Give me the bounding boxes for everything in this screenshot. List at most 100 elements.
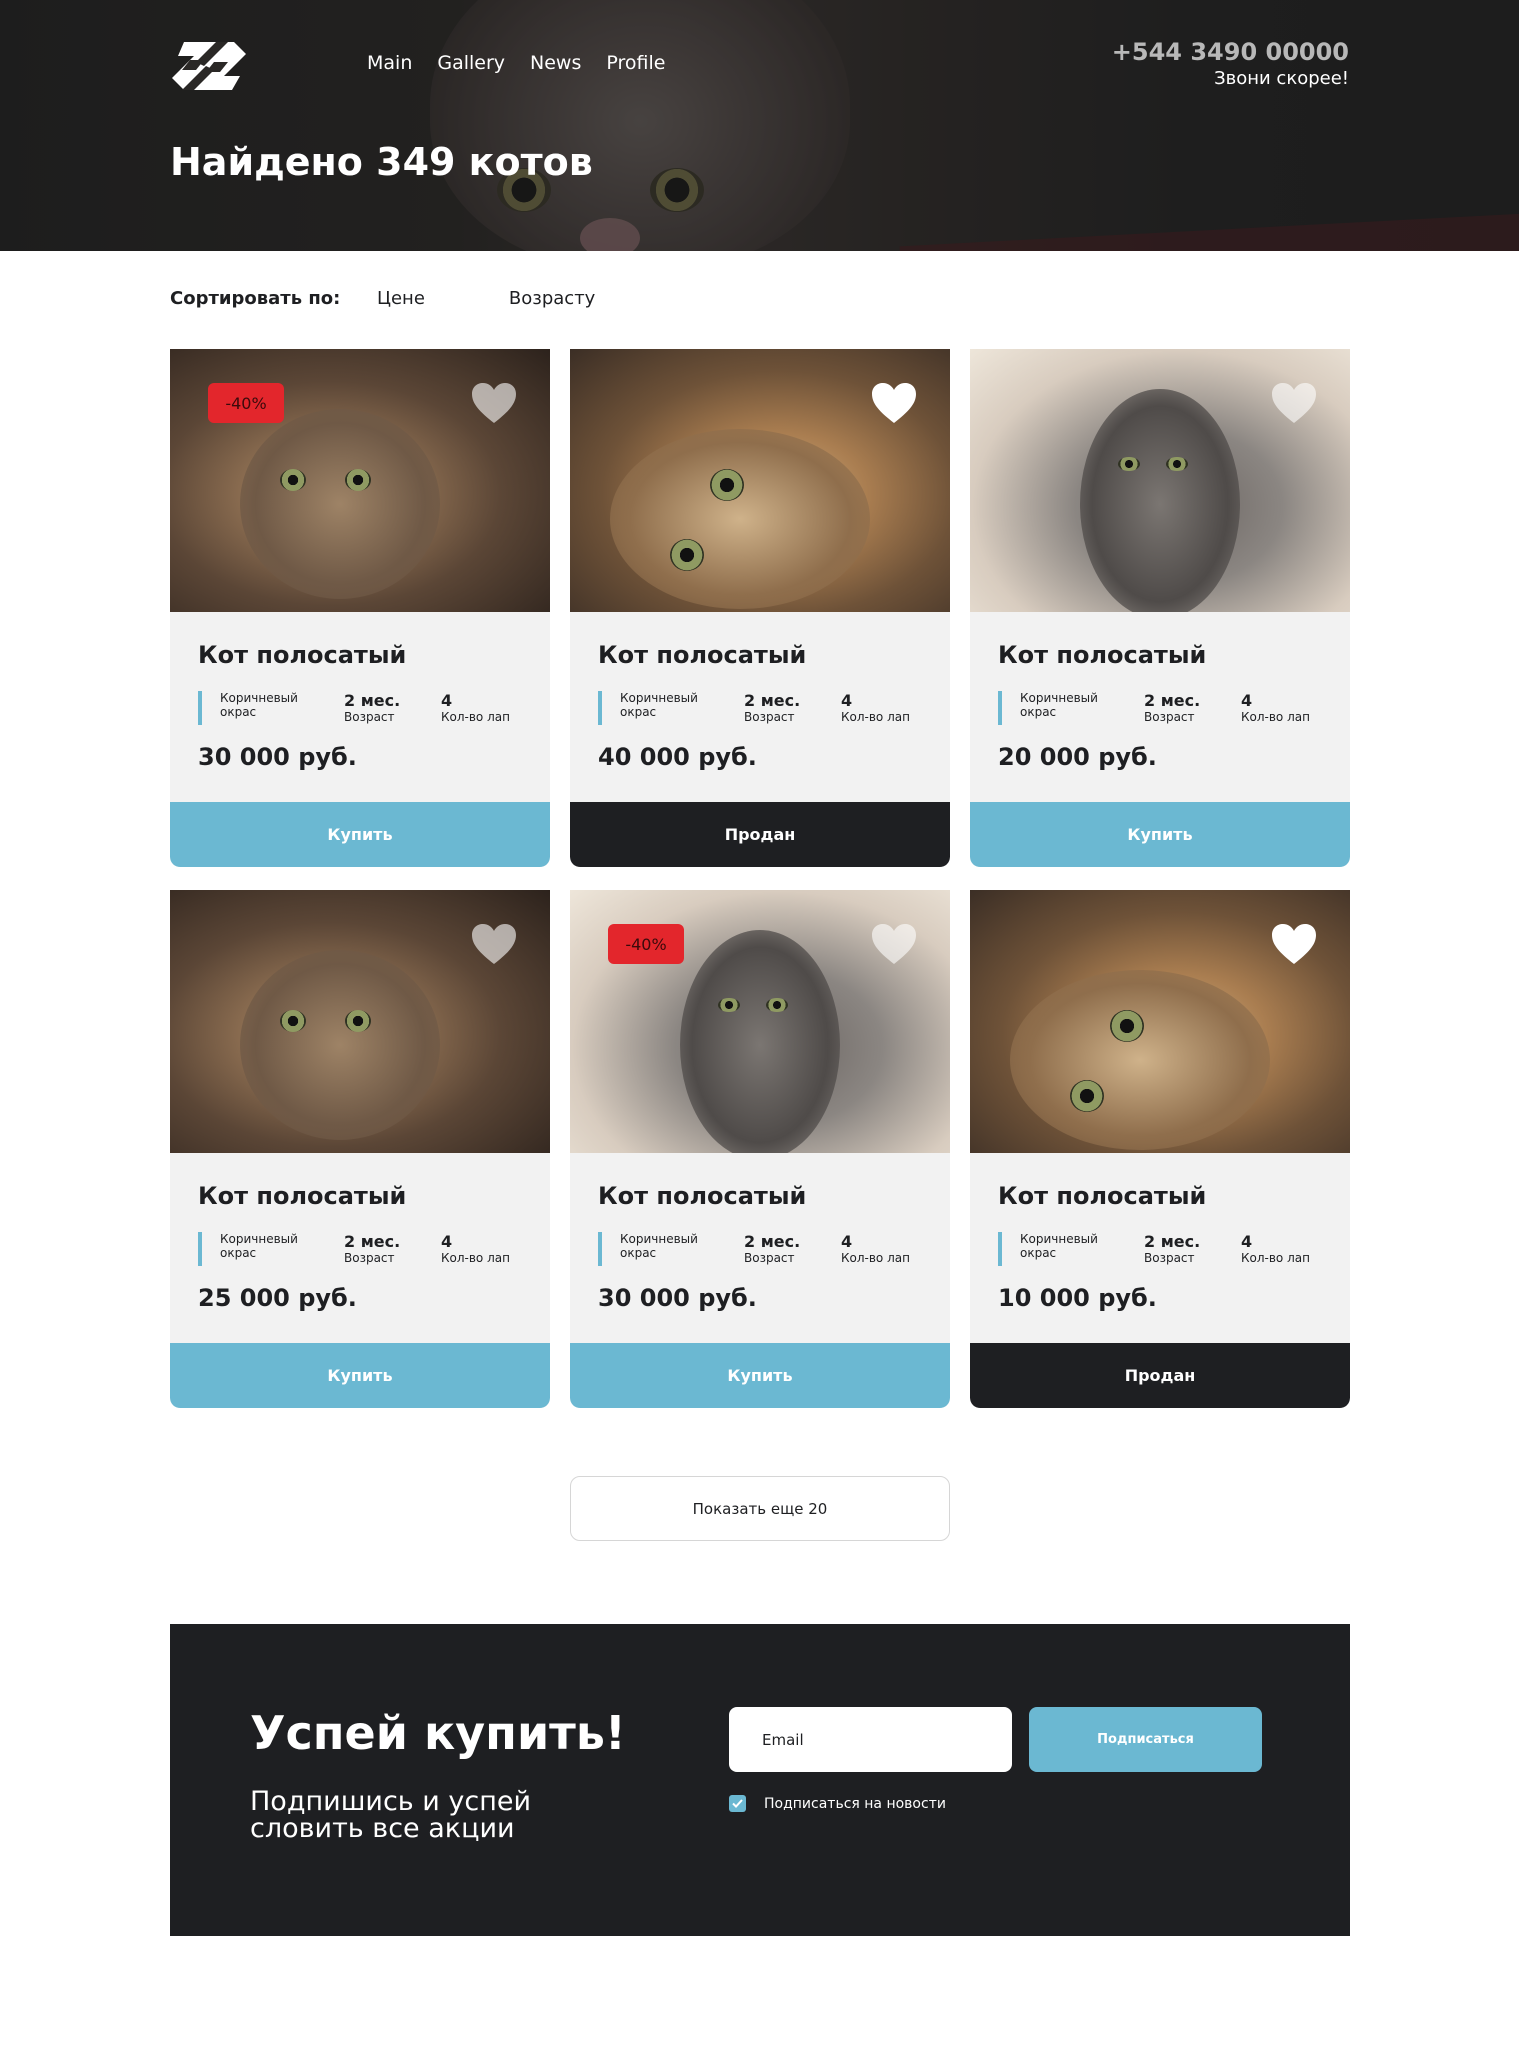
checkbox-label: Подписаться на новости: [764, 1795, 946, 1812]
email-field[interactable]: [729, 1707, 1012, 1772]
discount-badge: -40%: [208, 383, 284, 423]
prop-paws: 4 Кол-во лап: [441, 691, 550, 725]
buy-button[interactable]: Купить: [570, 1343, 950, 1408]
cat-photo-eye: [345, 1010, 371, 1032]
cat-card: -40% Кот полосатый Коричневый окрас 2 мес…: [170, 349, 550, 867]
cat-price: 30 000 руб.: [598, 1284, 757, 1312]
prop-paws-value: 4: [841, 691, 853, 710]
nav-news[interactable]: News: [530, 52, 581, 74]
cat-photo: [970, 890, 1350, 1153]
prop-paws-value: 4: [841, 1232, 853, 1251]
cat-photo-face: [1080, 389, 1240, 612]
heart-icon[interactable]: [470, 922, 518, 966]
prop-color-label: окрас: [220, 705, 257, 720]
prop-age: 2 мес. Возраст: [344, 691, 441, 725]
phone-caption: Звони скорее!: [1214, 68, 1349, 89]
prop-paws: 4 Кол-во лап: [1241, 691, 1350, 725]
prop-age-value: 2 мес.: [1144, 691, 1201, 710]
cat-grid: -40% Кот полосатый Коричневый окрас 2 мес…: [170, 349, 1350, 1408]
subscribe-button[interactable]: Подписаться: [1029, 1707, 1262, 1772]
cat-photo-face: [240, 950, 440, 1140]
sort-option-age[interactable]: Возрасту: [509, 288, 595, 309]
prop-paws-label: Кол-во лап: [1241, 710, 1310, 725]
prop-age-label: Возраст: [744, 710, 795, 725]
cat-name: Кот полосатый: [998, 641, 1207, 669]
cat-name: Кот полосатый: [998, 1182, 1207, 1210]
prop-color-label: окрас: [620, 1246, 657, 1261]
sort-option-price[interactable]: Цене: [377, 288, 425, 309]
cat-photo-eye: [718, 998, 740, 1012]
cat-card: Кот полосатый Коричневый окрас 2 мес. Возр…: [170, 890, 550, 1408]
nav-profile[interactable]: Profile: [606, 52, 665, 74]
prop-age: 2 мес. Возраст: [744, 691, 841, 725]
heart-icon[interactable]: [1270, 922, 1318, 966]
prop-paws: 4 Кол-во лап: [841, 691, 950, 725]
newsletter-checkbox[interactable]: Подписаться на новости: [729, 1795, 946, 1812]
prop-paws-label: Кол-во лап: [841, 1251, 910, 1266]
prop-color-label: окрас: [620, 705, 657, 720]
buy-button[interactable]: Купить: [970, 802, 1350, 867]
heart-icon[interactable]: [1270, 381, 1318, 425]
subscribe-title: Успей купить!: [250, 1706, 626, 1760]
buy-button[interactable]: Купить: [170, 802, 550, 867]
cat-card: -40% Кот полосатый Коричневый окрас 2 мес…: [570, 890, 950, 1408]
prop-age: 2 мес. Возраст: [344, 1232, 441, 1266]
cat-photo-eye: [1070, 1080, 1104, 1112]
prop-paws-label: Кол-во лап: [1241, 1251, 1310, 1266]
prop-color: Коричневый окрас: [1020, 691, 1144, 725]
cat-price: 10 000 руб.: [998, 1284, 1157, 1312]
heart-icon[interactable]: [870, 381, 918, 425]
show-more-button[interactable]: Показать еще 20: [570, 1476, 950, 1541]
cat-photo: [970, 349, 1350, 612]
cat-name: Кот полосатый: [598, 1182, 807, 1210]
heart-icon[interactable]: [470, 381, 518, 425]
sold-button[interactable]: Продан: [570, 802, 950, 867]
cat-photo-face: [680, 930, 840, 1153]
prop-color: Коричневый окрас: [620, 1232, 744, 1266]
cat-photo: -40%: [170, 349, 550, 612]
cat-photo-eye: [1166, 457, 1188, 471]
prop-color: Коричневый окрас: [220, 1232, 344, 1266]
prop-color-label: окрас: [220, 1246, 257, 1261]
cat-price: 25 000 руб.: [198, 1284, 357, 1312]
cat-props: Коричневый окрас 2 мес. Возраст 4 Кол-во ла…: [998, 691, 1350, 725]
prop-color-value: Коричневый: [220, 691, 298, 705]
cat-photo-eye: [1110, 1010, 1144, 1042]
nav-gallery[interactable]: Gallery: [437, 52, 505, 74]
cat-photo-eye: [766, 998, 788, 1012]
hero-header: Main Gallery News Profile +544 3490 0000…: [0, 0, 1519, 251]
phone-number[interactable]: +544 3490 00000: [1112, 38, 1349, 66]
cat-props: Коричневый окрас 2 мес. Возраст 4 Кол-во ла…: [198, 691, 550, 725]
prop-age-label: Возраст: [1144, 1251, 1195, 1266]
cat-price: 20 000 руб.: [998, 743, 1157, 771]
cat-card: Кот полосатый Коричневый окрас 2 мес. Возр…: [970, 349, 1350, 867]
prop-color-value: Коричневый: [1020, 691, 1098, 705]
cat-photo-face: [240, 409, 440, 599]
subscribe-section: Успей купить! Подпишись и успей словить …: [170, 1624, 1350, 1936]
nav-main[interactable]: Main: [367, 52, 412, 74]
phone-block: +544 3490 00000 Звони скорее!: [1112, 38, 1349, 89]
buy-button[interactable]: Купить: [170, 1343, 550, 1408]
prop-color-label: окрас: [1020, 1246, 1057, 1261]
prop-age: 2 мес. Возраст: [1144, 1232, 1241, 1266]
cat-name: Кот полосатый: [198, 641, 407, 669]
prop-age-label: Возраст: [344, 1251, 395, 1266]
cat-card: Кот полосатый Коричневый окрас 2 мес. Возр…: [570, 349, 950, 867]
heart-icon[interactable]: [870, 922, 918, 966]
cat-props: Коричневый окрас 2 мес. Возраст 4 Кол-во ла…: [598, 1232, 950, 1266]
prop-age-value: 2 мес.: [344, 691, 401, 710]
checkbox-box[interactable]: [729, 1795, 746, 1812]
cat-props: Коричневый окрас 2 мес. Возраст 4 Кол-во ла…: [998, 1232, 1350, 1266]
prop-color: Коричневый окрас: [1020, 1232, 1144, 1266]
logo-icon[interactable]: [170, 40, 248, 92]
prop-paws-value: 4: [441, 1232, 453, 1251]
prop-age-value: 2 мес.: [344, 1232, 401, 1251]
prop-age-label: Возраст: [744, 1251, 795, 1266]
sold-button[interactable]: Продан: [970, 1343, 1350, 1408]
prop-age-label: Возраст: [1144, 710, 1195, 725]
prop-age-value: 2 мес.: [1144, 1232, 1201, 1251]
prop-paws-value: 4: [1241, 691, 1253, 710]
prop-age-value: 2 мес.: [744, 691, 801, 710]
page-title: Найдено 349 котов: [170, 140, 593, 184]
prop-paws: 4 Кол-во лап: [841, 1232, 950, 1266]
